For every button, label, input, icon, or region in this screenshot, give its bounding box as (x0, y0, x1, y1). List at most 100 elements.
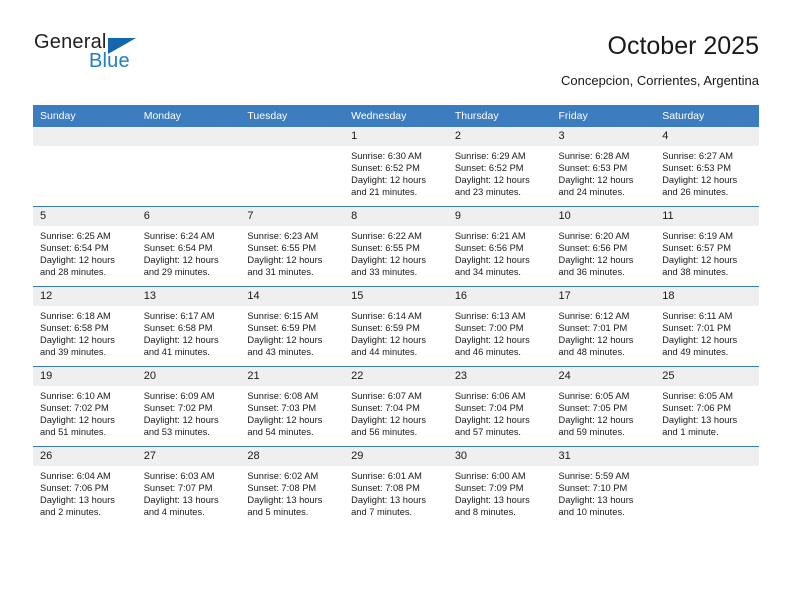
sunrise-text: Sunrise: 6:20 AM (558, 231, 630, 241)
day-number (655, 447, 759, 466)
daylight-text: Daylight: 12 hours (558, 255, 634, 266)
calendar-day-cell[interactable]: 10 Sunrise: 6:20 AM Sunset: 6:56 PM Dayligh… (551, 206, 656, 287)
calendar-day-cell[interactable]: 8 Sunrise: 6:22 AM Sunset: 6:55 PM Daylight… (344, 206, 448, 287)
day-details: Sunrise: 6:15 AM Sunset: 6:59 PM Daylight:… (240, 306, 344, 358)
sunset-text: Sunset: 7:05 PM (558, 403, 628, 414)
day-details: Sunrise: 5:59 AM Sunset: 7:10 PM Daylight:… (552, 466, 656, 518)
daylight-text: Daylight: 12 hours (40, 335, 115, 346)
calendar-day-cell[interactable]: 21 Sunrise: 6:08 AM Sunset: 7:03 PM Dayligh… (240, 366, 345, 447)
calendar-day-cell[interactable]: 24 Sunrise: 6:05 AM Sunset: 7:05 PM Dayligh… (551, 366, 656, 447)
calendar-day-cell[interactable]: 9 Sunrise: 6:21 AM Sunset: 6:56 PM Daylight… (447, 206, 552, 287)
calendar-week-row: 19 Sunrise: 6:10 AM Sunset: 7:02 PM Dayligh… (33, 366, 759, 447)
calendar-day-cell[interactable]: 19 Sunrise: 6:10 AM Sunset: 7:02 PM Dayligh… (33, 366, 137, 447)
sunrise-text: Sunrise: 6:03 AM (143, 471, 215, 481)
sunrise-text: Sunrise: 6:05 AM (558, 391, 630, 401)
sunrise-text: Sunrise: 6:17 AM (143, 311, 215, 321)
sunset-text: Sunset: 7:04 PM (454, 403, 524, 414)
calendar-day-cell[interactable]: 20 Sunrise: 6:09 AM Sunset: 7:02 PM Dayligh… (136, 366, 241, 447)
daylight-text: Daylight: 13 hours (662, 415, 738, 426)
day-details: Sunrise: 6:22 AM Sunset: 6:55 PM Daylight:… (344, 226, 448, 278)
day-details: Sunrise: 6:24 AM Sunset: 6:54 PM Daylight:… (137, 226, 241, 278)
calendar-day-cell[interactable]: 4 Sunrise: 6:27 AM Sunset: 6:53 PM Daylight… (655, 127, 759, 207)
daylight-text-cont: and 39 minutes. (40, 347, 107, 358)
sunrise-text: Sunrise: 6:00 AM (454, 471, 526, 481)
sunrise-text: Sunrise: 6:11 AM (662, 311, 733, 321)
daylight-text-cont: and 56 minutes. (351, 427, 418, 438)
calendar-day-cell[interactable]: 12 Sunrise: 6:18 AM Sunset: 6:58 PM Dayligh… (33, 286, 137, 367)
calendar-day-cell[interactable]: 6 Sunrise: 6:24 AM Sunset: 6:54 PM Daylight… (136, 206, 241, 287)
day-number: 11 (655, 207, 759, 226)
day-number: 7 (240, 207, 345, 226)
daylight-text: Daylight: 12 hours (247, 415, 323, 426)
day-number: 13 (136, 287, 241, 306)
day-number: 22 (344, 367, 448, 386)
calendar-day-cell[interactable]: 29 Sunrise: 6:01 AM Sunset: 7:08 PM Dayligh… (344, 446, 448, 526)
daylight-text: Daylight: 12 hours (40, 255, 115, 266)
daylight-text: Daylight: 13 hours (351, 495, 427, 506)
sunrise-text: Sunrise: 6:05 AM (662, 391, 734, 401)
daylight-text: Daylight: 13 hours (143, 495, 219, 506)
day-number: 10 (551, 207, 656, 226)
calendar-day-cell[interactable]: 5 Sunrise: 6:25 AM Sunset: 6:54 PM Daylight… (33, 206, 137, 287)
page-title: October 2025 (607, 32, 760, 60)
sunset-text: Sunset: 7:06 PM (662, 403, 731, 414)
day-details: Sunrise: 6:27 AM Sunset: 6:53 PM Daylight:… (655, 146, 759, 198)
calendar-day-cell[interactable]: 25 Sunrise: 6:05 AM Sunset: 7:06 PM Dayligh… (655, 366, 759, 447)
calendar-day-cell[interactable]: 7 Sunrise: 6:23 AM Sunset: 6:55 PM Daylight… (240, 206, 345, 287)
calendar-day-cell[interactable]: 22 Sunrise: 6:07 AM Sunset: 7:04 PM Dayligh… (344, 366, 448, 447)
day-number: 31 (551, 447, 656, 466)
calendar-day-cell[interactable]: 14 Sunrise: 6:15 AM Sunset: 6:59 PM Dayligh… (240, 286, 345, 367)
day-details: Sunrise: 6:14 AM Sunset: 6:59 PM Daylight:… (344, 306, 448, 358)
sunset-text: Sunset: 6:56 PM (558, 243, 628, 254)
day-details: Sunrise: 6:02 AM Sunset: 7:08 PM Daylight:… (240, 466, 344, 518)
day-details: Sunrise: 6:12 AM Sunset: 7:01 PM Daylight:… (552, 306, 656, 358)
sunset-text: Sunset: 6:58 PM (143, 323, 213, 334)
title-block: October 2025 Concepcion, Corrientes, Arg… (561, 31, 759, 90)
daylight-text-cont: and 59 minutes. (558, 427, 625, 438)
daylight-text-cont: and 2 minutes. (40, 507, 101, 518)
daylight-text-cont: and 51 minutes. (40, 427, 107, 438)
day-details: Sunrise: 6:04 AM Sunset: 7:06 PM Daylight:… (33, 466, 137, 518)
calendar-day-cell[interactable]: 3 Sunrise: 6:28 AM Sunset: 6:53 PM Daylight… (551, 127, 656, 207)
calendar-day-cell[interactable]: 13 Sunrise: 6:17 AM Sunset: 6:58 PM Dayligh… (136, 286, 241, 367)
day-details: Sunrise: 6:30 AM Sunset: 6:52 PM Daylight:… (344, 146, 448, 198)
calendar-day-cell[interactable]: 16 Sunrise: 6:13 AM Sunset: 7:00 PM Dayligh… (447, 286, 552, 367)
calendar-day-cell[interactable]: 18 Sunrise: 6:11 AM Sunset: 7:01 PM Dayligh… (655, 286, 759, 367)
weekday-header-wednesday: Wednesday (344, 105, 448, 127)
brand-logo[interactable]: General Blue (33, 31, 263, 91)
daylight-text: Daylight: 13 hours (40, 495, 115, 506)
sunset-text: Sunset: 6:59 PM (351, 323, 420, 334)
calendar-day-cell[interactable]: 26 Sunrise: 6:04 AM Sunset: 7:06 PM Dayligh… (33, 446, 137, 526)
daylight-text: Daylight: 12 hours (247, 335, 323, 346)
calendar-day-cell[interactable]: 15 Sunrise: 6:14 AM Sunset: 6:59 PM Dayligh… (344, 286, 448, 367)
calendar-day-cell[interactable]: 17 Sunrise: 6:12 AM Sunset: 7:01 PM Dayligh… (551, 286, 656, 367)
daylight-text-cont: and 1 minute. (662, 427, 719, 438)
calendar-day-cell[interactable]: 23 Sunrise: 6:06 AM Sunset: 7:04 PM Dayligh… (447, 366, 552, 447)
sunrise-text: Sunrise: 6:15 AM (247, 311, 319, 321)
day-details: Sunrise: 6:23 AM Sunset: 6:55 PM Daylight:… (240, 226, 344, 278)
sunset-text: Sunset: 6:55 PM (351, 243, 420, 254)
day-number: 26 (33, 447, 137, 466)
sunrise-text: Sunrise: 6:12 AM (558, 311, 630, 321)
sunset-text: Sunset: 6:52 PM (454, 163, 524, 174)
sunset-text: Sunset: 7:03 PM (247, 403, 317, 414)
daylight-text: Daylight: 12 hours (351, 175, 427, 186)
calendar-day-cell[interactable]: 28 Sunrise: 6:02 AM Sunset: 7:08 PM Dayligh… (240, 446, 345, 526)
day-number (33, 127, 137, 146)
calendar-day-cell[interactable]: 27 Sunrise: 6:03 AM Sunset: 7:07 PM Dayligh… (136, 446, 241, 526)
page-subtitle: Concepcion, Corrientes, Argentina (560, 73, 759, 88)
calendar-day-cell[interactable]: 11 Sunrise: 6:19 AM Sunset: 6:57 PM Dayligh… (655, 206, 759, 287)
calendar-day-cell[interactable]: 30 Sunrise: 6:00 AM Sunset: 7:09 PM Dayligh… (447, 446, 552, 526)
day-details: Sunrise: 6:01 AM Sunset: 7:08 PM Daylight:… (344, 466, 448, 518)
day-number: 19 (33, 367, 137, 386)
calendar-day-cell[interactable]: 2 Sunrise: 6:29 AM Sunset: 6:52 PM Daylight… (447, 127, 552, 207)
sunset-text: Sunset: 6:52 PM (351, 163, 420, 174)
daylight-text: Daylight: 12 hours (558, 175, 634, 186)
daylight-text: Daylight: 12 hours (454, 175, 530, 186)
calendar-day-cell[interactable]: 31 Sunrise: 5:59 AM Sunset: 7:10 PM Dayligh… (551, 446, 656, 526)
daylight-text: Daylight: 12 hours (454, 415, 530, 426)
day-details: Sunrise: 6:18 AM Sunset: 6:58 PM Daylight:… (33, 306, 137, 358)
sunset-text: Sunset: 6:54 PM (143, 243, 213, 254)
calendar-day-cell[interactable]: 1 Sunrise: 6:30 AM Sunset: 6:52 PM Daylight… (344, 127, 448, 207)
sunrise-text: Sunrise: 6:24 AM (143, 231, 215, 241)
